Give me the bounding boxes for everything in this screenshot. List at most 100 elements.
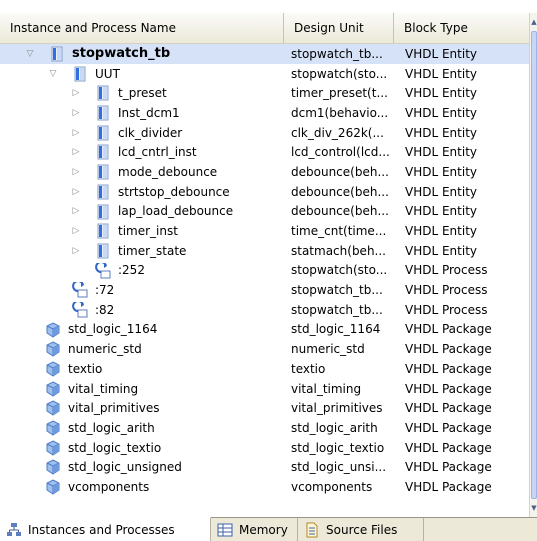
instance-name-cell: ▷ lcd_cntrl_inst <box>0 142 284 162</box>
scroll-up-icon[interactable]: ▲ <box>531 15 537 29</box>
design-unit-cell: std_logic_textio <box>291 440 385 455</box>
block-type-cell: VHDL Package <box>405 322 492 337</box>
tree-row[interactable]: ▷ lcd_cntrl_inst lcd_control(lcd... VHDL En… <box>0 142 529 162</box>
collapsed-triangle-icon[interactable]: ▷ <box>71 187 81 197</box>
design-unit-cell: debounce(beh... <box>291 184 389 199</box>
tree-row[interactable]: :72 stopwatch_tb... VHDL Process <box>0 280 529 300</box>
design-unit-cell: vital_primitives <box>291 401 383 416</box>
instance-name-cell: std_logic_unsigned <box>0 457 284 477</box>
tree-row[interactable]: ▷ strtstop_debounce debounce(beh... VHDL En… <box>0 182 529 202</box>
instance-name-cell: ▷ Inst_dcm1 <box>0 103 284 123</box>
tree-row[interactable]: ▷ lap_load_debounce debounce(beh... VHDL En… <box>0 202 529 222</box>
collapsed-triangle-icon[interactable]: ▷ <box>71 88 81 98</box>
collapsed-triangle-icon[interactable]: ▷ <box>71 167 81 177</box>
vhdl-entity-icon <box>95 144 111 160</box>
instance-name-cell: numeric_std <box>0 339 284 359</box>
tab-instances-and-processes[interactable]: Instances and Processes <box>0 517 211 541</box>
tree-row[interactable]: ▷ timer_inst time_cnt(time... VHDL Entity <box>0 221 529 241</box>
vhdl-entity-icon <box>95 164 111 180</box>
column-header-block-type[interactable]: Block Type <box>394 13 529 43</box>
design-unit-cell: vital_timing <box>291 381 362 396</box>
block-type-cell: VHDL Entity <box>405 145 478 160</box>
tab-memory[interactable]: Memory <box>211 518 298 541</box>
vhdl-package-icon <box>45 322 61 338</box>
column-header-instance-name[interactable]: Instance and Process Name <box>0 13 284 43</box>
expanded-triangle-icon[interactable]: ▽ <box>25 49 35 59</box>
tree-row[interactable]: std_logic_1164 std_logic_1164 VHDL Package <box>0 320 529 340</box>
vhdl-package-icon <box>45 361 61 377</box>
collapsed-triangle-icon[interactable]: ▷ <box>71 206 81 216</box>
instance-name-cell: textio <box>0 359 284 379</box>
instance-name-cell: vcomponents <box>0 477 284 497</box>
block-type-cell: VHDL Entity <box>405 46 478 61</box>
design-unit-cell: time_cnt(time... <box>291 224 387 239</box>
tree-row[interactable]: ▽ stopwatch_tb stopwatch_tb... VHDL Entity <box>0 44 529 64</box>
instance-name: timer_inst <box>118 224 178 239</box>
tree-row[interactable]: std_logic_arith std_logic_arith VHDL Packa… <box>0 418 529 438</box>
tree-row[interactable]: vital_primitives vital_primitives VHDL Pac… <box>0 398 529 418</box>
block-type-cell: VHDL Package <box>405 381 492 396</box>
instance-name: numeric_std <box>68 342 142 357</box>
design-unit-cell: std_logic_unsi... <box>291 460 387 475</box>
block-type-cell: VHDL Process <box>405 283 488 298</box>
column-header: Instance and Process Name Design Unit Bl… <box>0 13 529 44</box>
vhdl-entity-icon <box>95 243 111 259</box>
block-type-cell: VHDL Entity <box>405 66 478 81</box>
tree-row[interactable]: ▽ UUT stopwatch(sto... VHDL Entity <box>0 64 529 84</box>
expanded-triangle-icon[interactable]: ▽ <box>48 69 58 79</box>
design-unit-cell: dcm1(behavio... <box>291 105 389 120</box>
tree-row[interactable]: :252 stopwatch(sto... VHDL Process <box>0 260 529 281</box>
tree-row[interactable]: :82 stopwatch_tb... VHDL Process <box>0 299 529 320</box>
tree-row[interactable]: ▷ clk_divider clk_div_262k(... VHDL Entity <box>0 123 529 143</box>
instance-name: std_logic_arith <box>68 420 155 435</box>
design-unit-cell: debounce(beh... <box>291 204 389 219</box>
vhdl-package-icon <box>45 381 61 397</box>
block-type-cell: VHDL Package <box>405 342 492 357</box>
instance-name-cell: ▷ timer_state <box>0 241 284 261</box>
design-unit-cell: stopwatch_tb... <box>291 302 383 317</box>
tree-row[interactable]: textio textio VHDL Package <box>0 359 529 379</box>
instance-name: Inst_dcm1 <box>118 105 180 120</box>
tree-row[interactable]: vcomponents vcomponents VHDL Package <box>0 477 529 497</box>
vhdl-entity-icon <box>95 204 111 220</box>
vhdl-entity-icon <box>95 184 111 200</box>
tree-row[interactable]: std_logic_unsigned std_logic_unsi... VHDL … <box>0 457 529 477</box>
collapsed-triangle-icon[interactable]: ▷ <box>71 128 81 138</box>
scrollbar-thumb[interactable] <box>531 31 537 499</box>
instance-name-cell: ▷ mode_debounce <box>0 162 284 182</box>
tree-row[interactable]: ▷ t_preset timer_preset(t... VHDL Entity <box>0 83 529 103</box>
tab-source-files[interactable]: Source Files <box>298 518 424 541</box>
instance-name-cell: :82 <box>0 299 284 320</box>
instance-name: vital_primitives <box>68 401 160 416</box>
tree-row[interactable]: numeric_std numeric_std VHDL Package <box>0 339 529 359</box>
collapsed-triangle-icon[interactable]: ▷ <box>71 226 81 236</box>
instance-name: lap_load_debounce <box>118 204 234 219</box>
block-type-cell: VHDL Package <box>405 479 492 494</box>
tree-row[interactable]: std_logic_textio std_logic_textio VHDL Pac… <box>0 438 529 458</box>
tab-label: Instances and Processes <box>28 522 175 537</box>
instance-name: vcomponents <box>68 479 150 494</box>
source-files-icon <box>304 522 320 538</box>
collapsed-triangle-icon[interactable]: ▷ <box>71 108 81 118</box>
memory-icon <box>217 522 233 538</box>
tree-row[interactable]: ▷ Inst_dcm1 dcm1(behavio... VHDL Entity <box>0 103 529 123</box>
block-type-cell: VHDL Entity <box>405 243 478 258</box>
block-type-cell: VHDL Entity <box>405 184 478 199</box>
design-unit-cell: stopwatch_tb... <box>291 46 383 61</box>
block-type-cell: VHDL Entity <box>405 86 478 101</box>
vertical-scrollbar[interactable]: ▲ ▼ <box>529 13 537 517</box>
scroll-down-icon[interactable]: ▼ <box>531 501 537 515</box>
instance-name: clk_divider <box>118 125 183 140</box>
tree-row[interactable]: vital_timing vital_timing VHDL Package <box>0 379 529 399</box>
instance-name-cell: vital_timing <box>0 379 284 399</box>
block-type-cell: VHDL Entity <box>405 164 478 179</box>
tree-row[interactable]: ▷ timer_state statmach(beh... VHDL Entity <box>0 241 529 261</box>
vhdl-entity-icon <box>95 125 111 141</box>
instance-name-cell: ▽ stopwatch_tb <box>0 44 284 64</box>
column-header-design-unit[interactable]: Design Unit <box>284 13 394 43</box>
vhdl-process-icon <box>95 260 111 279</box>
tab-label: Source Files <box>326 522 398 537</box>
tree-row[interactable]: ▷ mode_debounce debounce(beh... VHDL Entity <box>0 162 529 182</box>
collapsed-triangle-icon[interactable]: ▷ <box>71 147 81 157</box>
collapsed-triangle-icon[interactable]: ▷ <box>71 246 81 256</box>
